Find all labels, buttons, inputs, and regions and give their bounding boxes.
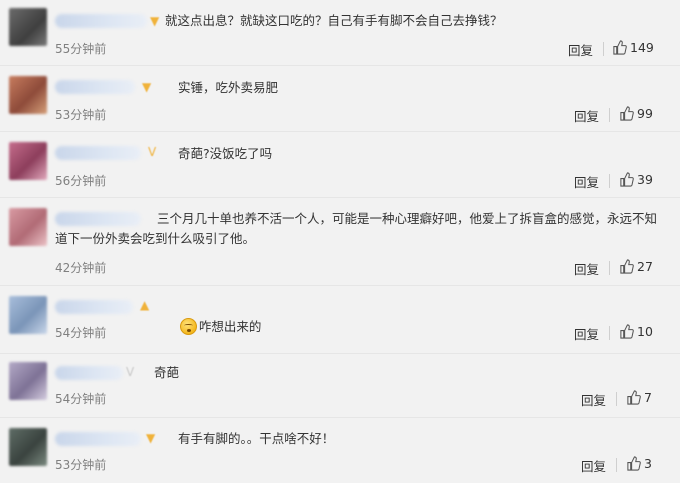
comment-item: 三个月几十单也养不活一个人，可能是一种心理癖好吧，他爱上了拆盲盒的感觉，永远不知… <box>0 198 680 286</box>
like-button[interactable]: 10 <box>619 324 653 339</box>
vip-badge-icon: ▲ <box>140 298 150 312</box>
vip-badge-icon: ▼ <box>146 431 156 445</box>
divider <box>609 326 610 340</box>
comment-time: 55分钟前 <box>55 42 107 56</box>
like-count: 27 <box>637 259 653 274</box>
like-button[interactable]: 99 <box>619 106 653 121</box>
sleepy-face-icon <box>179 318 197 335</box>
reply-button[interactable]: 回复 <box>568 40 593 59</box>
comment-text: 就这点出息？就缺这口吃的？自己有手有脚不会自己去挣钱？ <box>165 13 503 28</box>
comment-item: V 奇葩?没饭吃了吗 56分钟前 回复 39 <box>0 132 680 198</box>
like-button[interactable]: 39 <box>619 172 653 187</box>
avatar[interactable] <box>9 142 47 180</box>
divider <box>616 458 617 472</box>
comment-text: 咋想出来的 <box>156 297 636 357</box>
vip-badge-icon: V <box>148 145 157 159</box>
divider <box>609 174 610 188</box>
thumbs-up-icon <box>613 40 627 55</box>
comment-text-content: 咋想出来的 <box>198 319 262 334</box>
thumbs-up-icon <box>620 172 634 187</box>
like-count: 3 <box>644 456 652 471</box>
username-blurred[interactable] <box>55 14 147 28</box>
username-blurred[interactable] <box>55 146 141 160</box>
avatar[interactable] <box>9 428 47 466</box>
like-count: 39 <box>637 172 653 187</box>
comment-text: 三个月几十单也养不活一个人，可能是一种心理癖好吧，他爱上了拆盲盒的感觉，永远不知… <box>55 211 658 246</box>
thumbs-up-icon <box>620 259 634 274</box>
username-blurred[interactable] <box>55 432 141 446</box>
like-count: 149 <box>630 40 654 55</box>
like-button[interactable]: 3 <box>626 456 652 471</box>
avatar[interactable] <box>9 76 47 114</box>
comment-time: 54分钟前 <box>55 392 107 406</box>
divider <box>616 392 617 406</box>
reply-button[interactable]: 回复 <box>581 456 606 475</box>
comment-time: 56分钟前 <box>55 174 107 188</box>
thumbs-up-icon <box>620 106 634 121</box>
comment-time: 53分钟前 <box>55 458 107 472</box>
vip-badge-icon: ▼ <box>142 80 152 94</box>
comment-time: 53分钟前 <box>55 108 107 122</box>
reply-button[interactable]: 回复 <box>581 390 606 409</box>
avatar[interactable] <box>9 208 47 246</box>
divider <box>609 261 610 275</box>
divider <box>609 108 610 122</box>
vip-badge-icon: ▼ <box>150 14 160 28</box>
username-blurred[interactable] <box>55 80 135 94</box>
comment-item: ▼ 实锤，吃外卖易肥 53分钟前 回复 99 <box>0 66 680 132</box>
comment-list: ▼ 就这点出息？就缺这口吃的？自己有手有脚不会自己去挣钱？ 55分钟前 回复 1… <box>0 0 680 483</box>
like-button[interactable]: 27 <box>619 259 653 274</box>
reply-button[interactable]: 回复 <box>574 324 599 343</box>
comment-time: 54分钟前 <box>55 326 107 340</box>
like-count: 7 <box>644 390 652 405</box>
avatar[interactable] <box>9 362 47 400</box>
thumbs-up-icon <box>627 456 641 471</box>
avatar[interactable] <box>9 296 47 334</box>
comment-item: ▼ 就这点出息？就缺这口吃的？自己有手有脚不会自己去挣钱？ 55分钟前 回复 1… <box>0 0 680 66</box>
comment-text: 奇葩?没饭吃了吗 <box>178 146 273 161</box>
like-count: 10 <box>637 324 653 339</box>
like-count: 99 <box>637 106 653 121</box>
like-button[interactable]: 149 <box>612 40 654 55</box>
comment-text: 实锤，吃外卖易肥 <box>178 80 279 95</box>
reply-button[interactable]: 回复 <box>574 172 599 191</box>
avatar[interactable] <box>9 8 47 46</box>
username-blurred[interactable] <box>55 366 123 380</box>
reply-button[interactable]: 回复 <box>574 259 599 278</box>
comment-text: 奇葩 <box>154 365 180 380</box>
thumbs-up-icon <box>627 390 641 405</box>
comment-time: 42分钟前 <box>55 261 107 275</box>
comment-item: ▲ 咋想出来的 54分钟前 回复 10 <box>0 286 680 354</box>
like-button[interactable]: 7 <box>626 390 652 405</box>
username-blurred[interactable] <box>55 300 133 314</box>
reply-button[interactable]: 回复 <box>574 106 599 125</box>
thumbs-up-icon <box>620 324 634 339</box>
comment-text: 有手有脚的。。干点啥不好！ <box>178 431 335 446</box>
comment-item: V 奇葩 54分钟前 回复 7 <box>0 354 680 418</box>
comment-item: ▼ 有手有脚的。。干点啥不好！ 53分钟前 回复 3 <box>0 418 680 483</box>
divider <box>603 42 604 56</box>
vip-badge-icon: V <box>126 365 135 379</box>
